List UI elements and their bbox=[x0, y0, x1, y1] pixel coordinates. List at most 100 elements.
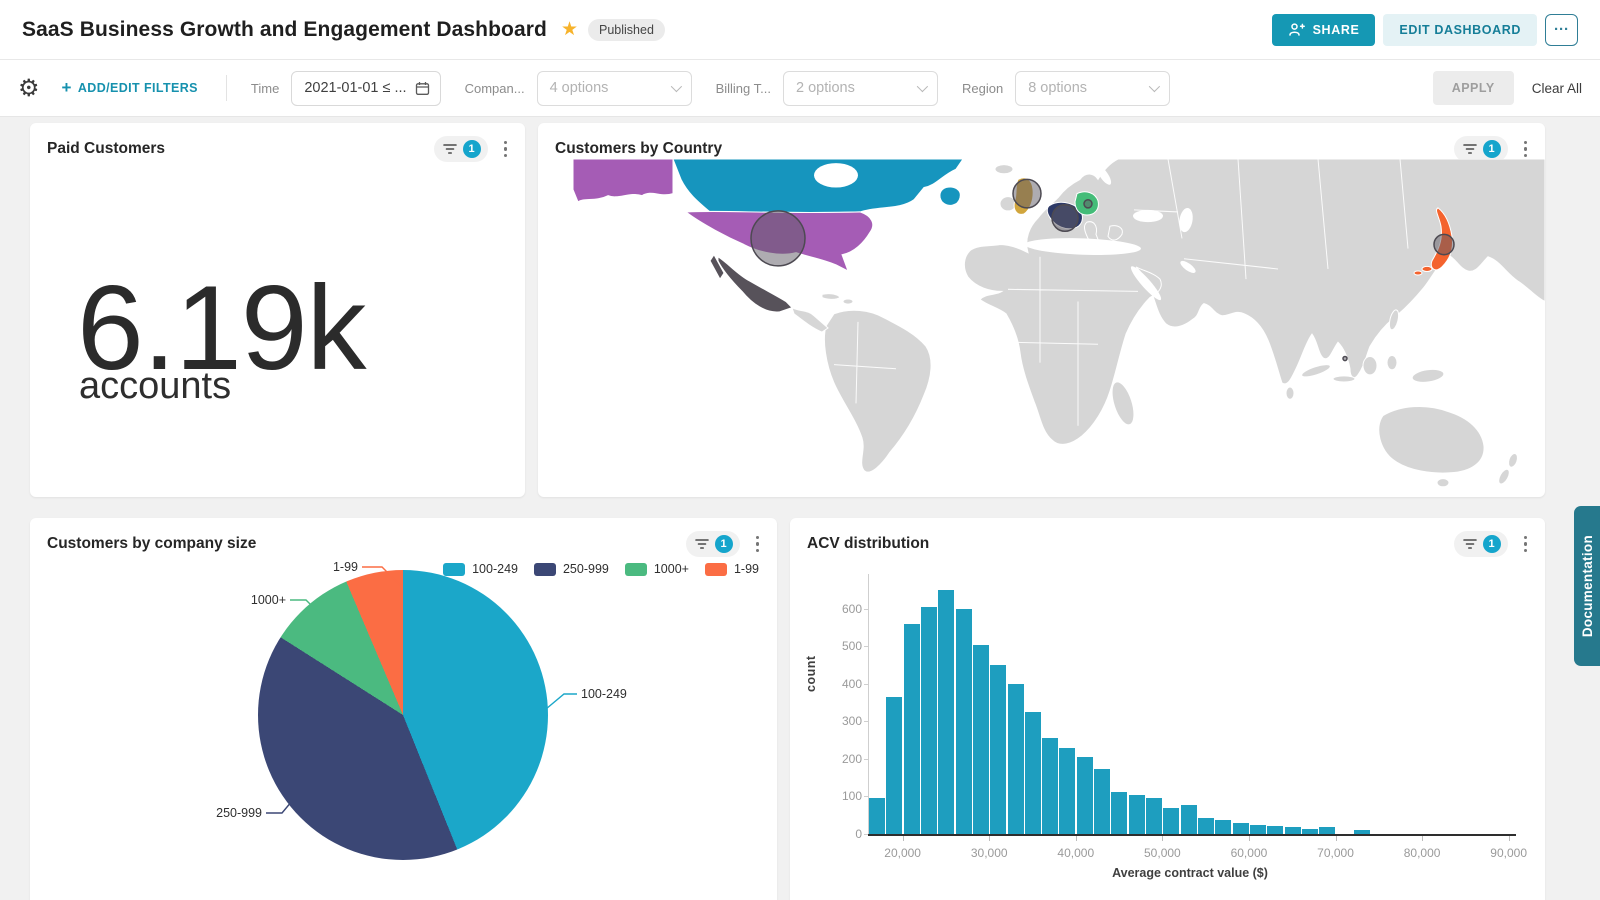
add-edit-filters-button[interactable]: + ADD/EDIT FILTERS bbox=[62, 78, 198, 98]
map-south-america bbox=[824, 310, 931, 472]
histogram-bar[interactable] bbox=[973, 645, 989, 834]
map-new-zealand-north bbox=[1507, 452, 1519, 468]
share-user-icon bbox=[1288, 22, 1305, 37]
histogram-bar[interactable] bbox=[1198, 818, 1214, 834]
histogram-bar[interactable] bbox=[869, 798, 885, 834]
histogram-bar[interactable] bbox=[1267, 826, 1283, 834]
company-size-filter-value: 4 options bbox=[550, 80, 609, 96]
documentation-tab[interactable]: Documentation bbox=[1574, 506, 1600, 666]
map-marker-usa[interactable] bbox=[751, 211, 805, 266]
legend-item[interactable]: 1000+ bbox=[625, 562, 689, 576]
histogram-bar[interactable] bbox=[1008, 684, 1024, 834]
map-australia bbox=[1379, 406, 1484, 473]
y-tick-label: 0 bbox=[828, 827, 862, 841]
filter-funnel-icon bbox=[443, 143, 457, 155]
histogram-bar[interactable] bbox=[1025, 712, 1041, 834]
map-marker-japan[interactable] bbox=[1434, 234, 1454, 254]
region-filter-select[interactable]: 8 options bbox=[1015, 71, 1170, 106]
clear-all-button[interactable]: Clear All bbox=[1532, 81, 1582, 96]
histogram-bar[interactable] bbox=[1181, 805, 1197, 834]
histogram-bar[interactable] bbox=[1285, 827, 1301, 834]
edit-dashboard-button[interactable]: EDIT DASHBOARD bbox=[1383, 14, 1537, 46]
pie-label-100-249: 100-249 bbox=[581, 687, 627, 701]
histogram-bar[interactable] bbox=[1233, 823, 1249, 834]
pie-chart[interactable] bbox=[258, 570, 548, 860]
histogram-bar[interactable] bbox=[904, 624, 920, 834]
filter-count-badge: 1 bbox=[1483, 535, 1501, 553]
histogram-plot[interactable] bbox=[868, 574, 1513, 834]
x-tick-label: 40,000 bbox=[1057, 846, 1094, 860]
y-tick-label: 300 bbox=[828, 714, 862, 728]
map-country-canada[interactable] bbox=[673, 159, 963, 214]
histogram-bar[interactable] bbox=[886, 697, 902, 834]
map-sulawesi bbox=[1387, 355, 1397, 369]
widget-menu-kebab[interactable] bbox=[1518, 137, 1534, 162]
plus-icon: + bbox=[62, 78, 72, 98]
y-tick-mark bbox=[864, 684, 868, 685]
world-choropleth-map[interactable] bbox=[538, 159, 1545, 497]
map-iceland bbox=[995, 165, 1013, 174]
filter-funnel-icon bbox=[695, 538, 709, 550]
widget-filter-chip[interactable]: 1 bbox=[434, 136, 488, 162]
chevron-down-icon bbox=[670, 81, 681, 92]
histogram-bar[interactable] bbox=[1077, 757, 1093, 834]
histogram-bar[interactable] bbox=[1094, 769, 1110, 834]
histogram-bar[interactable] bbox=[1163, 808, 1179, 834]
histogram-bar[interactable] bbox=[938, 590, 954, 834]
settings-gear-icon[interactable]: ⚙ bbox=[18, 74, 40, 103]
company-size-filter-select[interactable]: 4 options bbox=[537, 71, 692, 106]
chevron-down-icon bbox=[917, 81, 928, 92]
legend-item[interactable]: 250-999 bbox=[534, 562, 609, 576]
histogram-bar[interactable] bbox=[956, 609, 972, 834]
filter-count-badge: 1 bbox=[1483, 140, 1501, 158]
map-marker-singapore[interactable] bbox=[1343, 357, 1347, 361]
widget-menu-kebab[interactable] bbox=[498, 137, 514, 162]
filter-label-billing: Billing T... bbox=[716, 81, 771, 96]
histogram-bar[interactable] bbox=[1250, 825, 1266, 834]
status-badge: Published bbox=[588, 19, 665, 41]
pie-legend: 100-249 250-999 1000+ 1-99 bbox=[443, 562, 759, 576]
histogram-bar[interactable] bbox=[1319, 827, 1335, 835]
histogram-bar[interactable] bbox=[921, 607, 937, 834]
x-tick-label: 90,000 bbox=[1490, 846, 1527, 860]
kpi-unit-label: accounts bbox=[79, 365, 231, 408]
billing-type-filter-select[interactable]: 2 options bbox=[783, 71, 938, 106]
histogram-bar[interactable] bbox=[1042, 738, 1058, 834]
map-country-usa-alaska[interactable] bbox=[573, 159, 673, 202]
widget-menu-kebab[interactable] bbox=[750, 532, 766, 557]
map-cuba bbox=[822, 294, 840, 300]
dashboard-content: Paid Customers 1 6.19k accounts Customer… bbox=[0, 117, 1600, 900]
calendar-icon bbox=[415, 81, 430, 96]
filter-count-badge: 1 bbox=[715, 535, 733, 553]
x-tick-mark bbox=[1162, 836, 1163, 841]
time-filter-input[interactable]: 2021-01-01 ≤ ... bbox=[291, 71, 440, 106]
y-tick-mark bbox=[864, 646, 868, 647]
x-tick-label: 30,000 bbox=[971, 846, 1008, 860]
legend-item[interactable]: 100-249 bbox=[443, 562, 518, 576]
share-button[interactable]: SHARE bbox=[1272, 14, 1376, 46]
map-marker-germany[interactable] bbox=[1084, 200, 1092, 208]
legend-swatch bbox=[443, 563, 465, 576]
map-marker-france[interactable] bbox=[1052, 205, 1078, 231]
y-tick-mark bbox=[864, 834, 868, 835]
map-marker-uk[interactable] bbox=[1013, 179, 1041, 208]
histogram-bar[interactable] bbox=[1146, 798, 1162, 834]
x-tick-mark bbox=[903, 836, 904, 841]
more-options-button[interactable]: ··· bbox=[1545, 14, 1578, 46]
widget-filter-chip[interactable]: 1 bbox=[686, 531, 740, 557]
histogram-bar[interactable] bbox=[1059, 748, 1075, 834]
y-tick-label: 100 bbox=[828, 789, 862, 803]
legend-label: 100-249 bbox=[472, 562, 518, 576]
legend-item[interactable]: 1-99 bbox=[705, 562, 759, 576]
histogram-bar[interactable] bbox=[1111, 792, 1127, 834]
widget-menu-kebab[interactable] bbox=[1518, 532, 1534, 557]
filter-funnel-icon bbox=[1463, 538, 1477, 550]
map-borneo bbox=[1363, 357, 1377, 375]
map-new-guinea bbox=[1411, 368, 1444, 385]
histogram-bar[interactable] bbox=[990, 665, 1006, 834]
histogram-bar[interactable] bbox=[1129, 795, 1145, 834]
favorite-star-icon[interactable]: ★ bbox=[561, 18, 578, 41]
pie-leader-100-249 bbox=[546, 694, 577, 709]
apply-button[interactable]: APPLY bbox=[1433, 71, 1514, 105]
histogram-bar[interactable] bbox=[1215, 820, 1231, 834]
